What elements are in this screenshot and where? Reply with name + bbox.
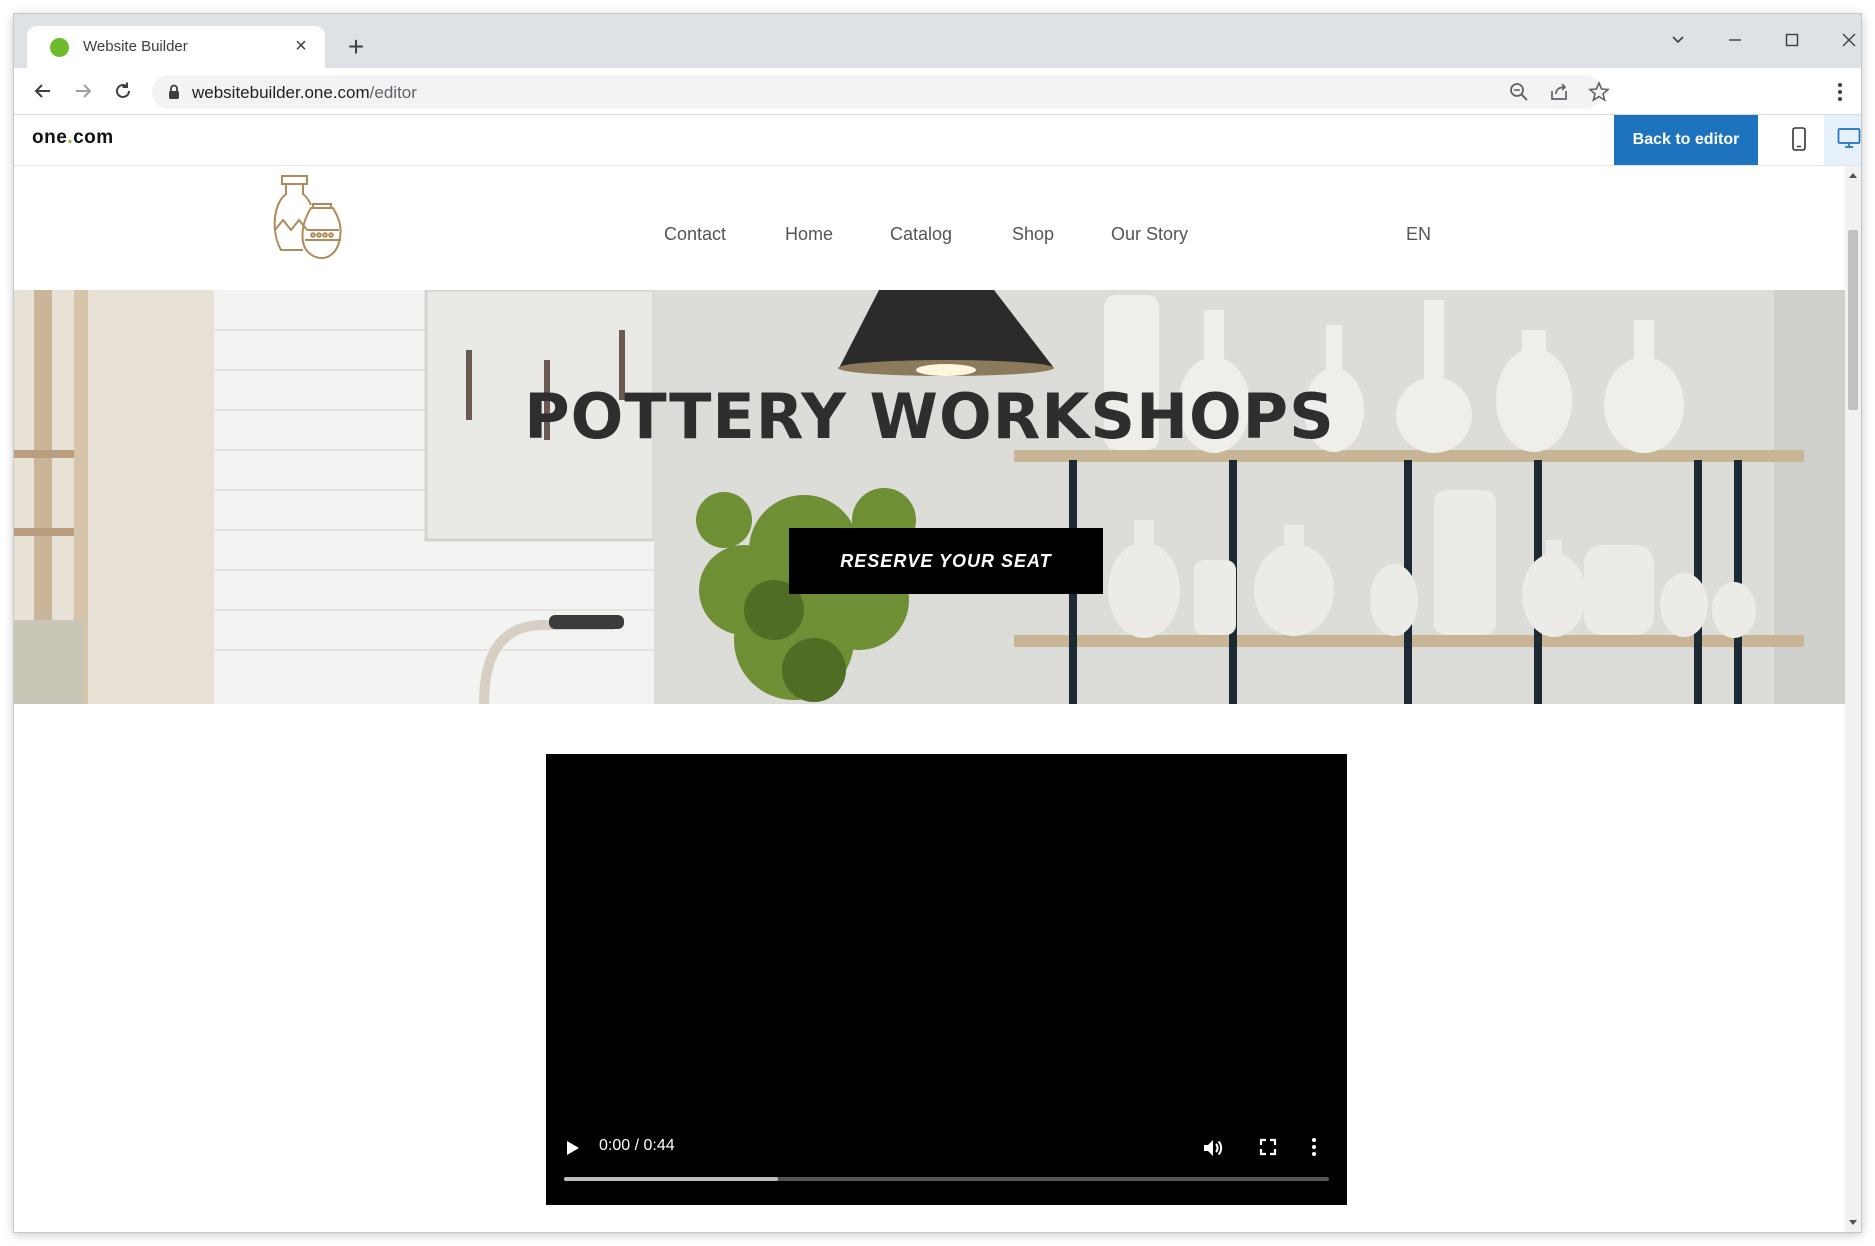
video-progress-bar[interactable] xyxy=(564,1177,1329,1181)
url-host: websitebuilder.one.com xyxy=(192,83,370,102)
site-header: Contact Home Catalog Shop Our Story EN xyxy=(14,166,1845,290)
tab-title: Website Builder xyxy=(83,38,188,55)
browser-window: Website Builder × + websitebuilder.one.c… xyxy=(14,14,1861,1232)
new-tab-icon[interactable]: + xyxy=(340,32,372,64)
tab-strip: Website Builder × + xyxy=(14,14,1861,68)
desktop-monitor-icon xyxy=(1837,128,1861,148)
back-arrow-icon[interactable] xyxy=(28,76,58,106)
video-player[interactable]: 0:00 / 0:44 xyxy=(546,754,1347,1205)
hero-background-image xyxy=(14,290,1845,704)
url-path: /editor xyxy=(369,83,417,102)
back-to-editor-button[interactable]: Back to editor xyxy=(1614,115,1758,165)
scroll-up-arrow-icon[interactable] xyxy=(1849,173,1857,178)
browser-toolbar: websitebuilder.one.com/editor xyxy=(14,68,1861,115)
desktop-view-button[interactable] xyxy=(1824,115,1861,165)
minimize-icon[interactable] xyxy=(1711,26,1759,56)
video-time: 0:00 / 0:44 xyxy=(599,1137,675,1154)
editor-bar: one.com Back to editor xyxy=(14,115,1861,166)
brand-prefix: one xyxy=(32,127,68,148)
nav-shop[interactable]: Shop xyxy=(1012,224,1054,245)
video-menu-icon[interactable] xyxy=(1311,1137,1317,1157)
share-icon[interactable] xyxy=(1548,81,1570,103)
nav-home[interactable]: Home xyxy=(785,224,833,245)
mobile-phone-icon xyxy=(1792,127,1806,151)
close-window-icon[interactable] xyxy=(1825,26,1861,56)
browser-menu-icon[interactable] xyxy=(1837,82,1843,107)
scroll-thumb[interactable] xyxy=(1848,230,1858,410)
page-scrollbar[interactable] xyxy=(1845,166,1861,1232)
close-tab-icon[interactable]: × xyxy=(289,34,313,58)
volume-icon[interactable] xyxy=(1202,1137,1224,1159)
site-preview: Contact Home Catalog Shop Our Story EN P… xyxy=(14,166,1845,1232)
scroll-down-arrow-icon[interactable] xyxy=(1849,1220,1857,1225)
reserve-seat-button[interactable]: RESERVE YOUR SEAT xyxy=(789,528,1103,594)
zoom-icon[interactable] xyxy=(1508,81,1530,103)
language-selector[interactable]: EN xyxy=(1406,224,1431,245)
onecom-logo[interactable]: one.com xyxy=(32,127,114,149)
url-text: websitebuilder.one.com/editor xyxy=(192,83,417,103)
favicon-icon xyxy=(50,38,69,57)
browser-tab[interactable]: Website Builder × xyxy=(27,26,325,68)
nav-catalog[interactable]: Catalog xyxy=(890,224,952,245)
fullscreen-icon[interactable] xyxy=(1258,1137,1278,1157)
video-progress-fill xyxy=(564,1177,779,1181)
lock-icon xyxy=(169,84,179,99)
nav-contact[interactable]: Contact xyxy=(664,224,726,245)
bookmark-star-icon[interactable] xyxy=(1588,80,1610,103)
brand-suffix: com xyxy=(73,127,114,148)
mobile-view-button[interactable] xyxy=(1774,115,1824,165)
reload-icon[interactable] xyxy=(108,76,138,106)
play-icon[interactable] xyxy=(566,1140,580,1156)
address-bar[interactable]: websitebuilder.one.com/editor xyxy=(152,75,1610,109)
forward-arrow-icon[interactable] xyxy=(68,76,98,106)
maximize-icon[interactable] xyxy=(1768,26,1816,56)
pottery-logo-icon[interactable] xyxy=(267,172,347,264)
tab-search-icon[interactable] xyxy=(1654,26,1702,56)
hero-section: POTTERY WORKSHOPS RESERVE YOUR SEAT xyxy=(14,290,1845,704)
hero-title: POTTERY WORKSHOPS xyxy=(524,380,1335,453)
nav-our-story[interactable]: Our Story xyxy=(1111,224,1188,245)
